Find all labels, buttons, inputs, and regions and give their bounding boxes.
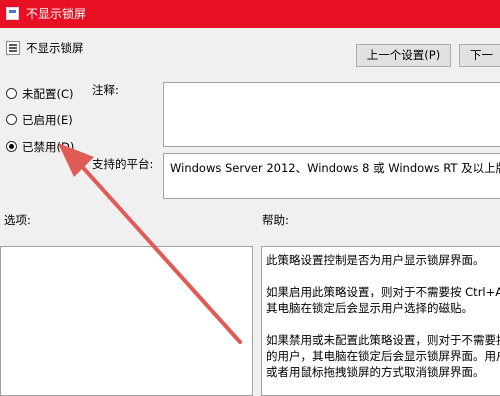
- radio-button[interactable]: [6, 88, 17, 99]
- policy-app-icon: [6, 7, 19, 20]
- next-setting-button[interactable]: 下一: [459, 44, 500, 67]
- radio-label: 已禁用(D): [22, 140, 75, 154]
- radio-label: 已启用(E): [22, 113, 73, 127]
- platform-value: Windows Server 2012、Windows 8 或 Windows …: [170, 161, 500, 175]
- options-panel: [0, 246, 253, 396]
- help-line: 的用户，其电脑在锁定后会显示锁屏界面。用户: [266, 349, 500, 363]
- help-line: 如果启用此策略设置，则对于不需要按 Ctrl+A: [266, 285, 500, 299]
- help-panel: 此策略设置控制是否为用户显示锁屏界面。 如果启用此策略设置，则对于不需要按 Ct…: [261, 246, 500, 396]
- window-titlebar: 不显示锁屏: [0, 0, 500, 28]
- comment-label: 注释:: [92, 83, 119, 97]
- radio-button[interactable]: [6, 114, 17, 125]
- policy-title: 不显示锁屏: [26, 41, 84, 55]
- options-label: 选项:: [4, 213, 31, 227]
- policy-setting-icon: [6, 41, 20, 55]
- platform-label: 支持的平台:: [92, 157, 154, 171]
- help-line: 其电脑在锁定后会显示用户选择的磁贴。: [266, 301, 473, 315]
- radio-button-selected[interactable]: [6, 141, 17, 152]
- help-line: 如果禁用或未配置此策略设置，则对于不需要按: [266, 333, 500, 347]
- previous-setting-button[interactable]: 上一个设置(P): [356, 44, 451, 67]
- platform-field: Windows Server 2012、Windows 8 或 Windows …: [163, 153, 500, 199]
- help-label: 帮助:: [262, 213, 289, 227]
- help-line: 或者用鼠标拖拽锁屏的方式取消锁屏界面。: [266, 365, 485, 379]
- help-line: 此策略设置控制是否为用户显示锁屏界面。: [266, 253, 485, 267]
- radio-label: 未配置(C): [22, 87, 74, 101]
- window-title: 不显示锁屏: [26, 7, 87, 21]
- comment-textarea[interactable]: [163, 82, 500, 147]
